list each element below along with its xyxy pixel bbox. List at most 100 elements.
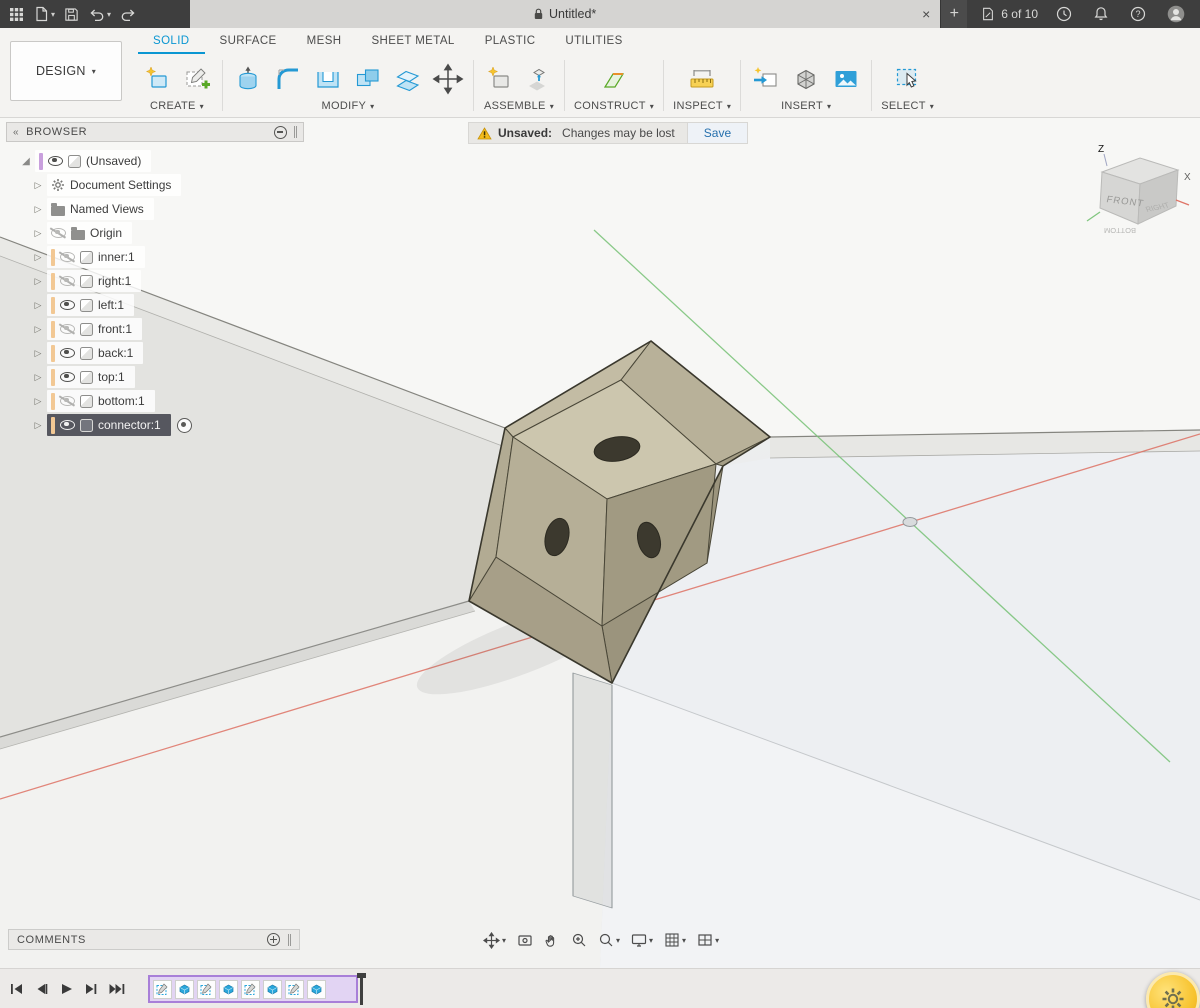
visibility-eye-off-icon[interactable] bbox=[51, 228, 66, 238]
browser-item-bottom[interactable]: ▷ bottom:1 bbox=[6, 389, 304, 413]
display-settings-button[interactable]: ▾ bbox=[628, 932, 656, 948]
expand-arrow-icon[interactable]: ▷ bbox=[32, 420, 44, 431]
notifications-button[interactable] bbox=[1090, 4, 1112, 24]
insert-mesh-button[interactable] bbox=[790, 63, 822, 95]
browser-item-origin[interactable]: ▷ Origin bbox=[6, 221, 304, 245]
activity-button[interactable] bbox=[1053, 4, 1075, 24]
tab-mesh[interactable]: MESH bbox=[292, 28, 357, 54]
visibility-eye-icon[interactable] bbox=[60, 348, 75, 358]
close-tab-icon[interactable]: × bbox=[922, 6, 930, 22]
create-sketch-button[interactable] bbox=[181, 63, 213, 95]
document-tab[interactable]: Untitled* × bbox=[190, 0, 940, 28]
expand-arrow-icon[interactable]: ▷ bbox=[32, 348, 44, 359]
construct-menu[interactable]: CONSTRUCT▾ bbox=[574, 100, 654, 113]
play-button[interactable] bbox=[56, 977, 77, 1000]
tab-plastic[interactable]: PLASTIC bbox=[470, 28, 551, 54]
skip-to-start-button[interactable] bbox=[6, 977, 27, 1000]
panel-grip[interactable] bbox=[294, 126, 297, 138]
inspect-menu[interactable]: INSPECT▾ bbox=[673, 100, 731, 113]
timeline-feature-sketch-icon[interactable] bbox=[153, 980, 172, 999]
redo-button[interactable] bbox=[117, 5, 140, 24]
visibility-eye-icon[interactable] bbox=[60, 372, 75, 382]
select-button[interactable] bbox=[892, 63, 924, 95]
browser-item-front[interactable]: ▷ front:1 bbox=[6, 317, 304, 341]
insert-menu[interactable]: INSERT▾ bbox=[781, 100, 831, 113]
tab-surface[interactable]: SURFACE bbox=[205, 28, 292, 54]
expand-arrow-icon[interactable]: ▷ bbox=[32, 180, 44, 191]
collapse-panel-icon[interactable]: « bbox=[13, 127, 19, 138]
collapse-all-icon[interactable] bbox=[274, 126, 287, 139]
tab-solid[interactable]: SOLID bbox=[138, 28, 205, 54]
step-forward-button[interactable] bbox=[81, 977, 102, 1000]
browser-item-left[interactable]: ▷ left:1 bbox=[6, 293, 304, 317]
shell-button[interactable] bbox=[312, 63, 344, 95]
save-button[interactable] bbox=[61, 5, 82, 24]
activate-component-radio[interactable] bbox=[177, 418, 192, 433]
save-action-button[interactable]: Save bbox=[687, 122, 748, 144]
visibility-eye-off-icon[interactable] bbox=[60, 396, 75, 406]
browser-item-root[interactable]: ◢ (Unsaved) bbox=[6, 149, 304, 173]
visibility-eye-off-icon[interactable] bbox=[60, 276, 75, 286]
help-button[interactable]: ? bbox=[1127, 4, 1149, 24]
move-button[interactable] bbox=[432, 63, 464, 95]
select-menu[interactable]: SELECT▾ bbox=[881, 100, 934, 113]
add-comment-icon[interactable] bbox=[267, 933, 280, 946]
expand-arrow-icon[interactable]: ◢ bbox=[20, 156, 32, 167]
expand-arrow-icon[interactable]: ▷ bbox=[32, 276, 44, 287]
new-tab-button[interactable]: + bbox=[940, 0, 967, 28]
tab-utilities[interactable]: UTILITIES bbox=[550, 28, 637, 54]
app-grid-button[interactable] bbox=[6, 5, 27, 24]
timeline-feature-region[interactable] bbox=[148, 975, 358, 1003]
visibility-eye-icon[interactable] bbox=[48, 156, 63, 166]
grid-settings-button[interactable]: ▾ bbox=[661, 932, 689, 948]
press-pull-button[interactable] bbox=[232, 63, 264, 95]
browser-item-top[interactable]: ▷ top:1 bbox=[6, 365, 304, 389]
assemble-new-component-button[interactable] bbox=[483, 63, 515, 95]
construct-plane-button[interactable] bbox=[598, 63, 630, 95]
timeline-feature-sketch-icon[interactable] bbox=[241, 980, 260, 999]
step-back-button[interactable] bbox=[31, 977, 52, 1000]
expand-arrow-icon[interactable]: ▷ bbox=[32, 204, 44, 215]
account-button[interactable] bbox=[1164, 3, 1188, 25]
zoom-options-button[interactable]: ▾ bbox=[595, 932, 623, 948]
new-component-button[interactable] bbox=[141, 63, 173, 95]
file-menu-button[interactable]: ▾ bbox=[30, 4, 58, 24]
visibility-eye-off-icon[interactable] bbox=[60, 324, 75, 334]
panel-grip[interactable] bbox=[288, 934, 291, 946]
tab-sheet-metal[interactable]: SHEET METAL bbox=[356, 28, 469, 54]
timeline-feature-extrude-icon[interactable] bbox=[263, 980, 282, 999]
expand-arrow-icon[interactable]: ▷ bbox=[32, 324, 44, 335]
browser-item-right[interactable]: ▷ right:1 bbox=[6, 269, 304, 293]
timeline-feature-extrude-icon[interactable] bbox=[219, 980, 238, 999]
expand-arrow-icon[interactable]: ▷ bbox=[32, 372, 44, 383]
browser-item-back[interactable]: ▷ back:1 bbox=[6, 341, 304, 365]
zoom-in-button[interactable] bbox=[568, 932, 590, 948]
pan-button[interactable] bbox=[541, 932, 563, 948]
look-at-button[interactable] bbox=[514, 932, 536, 948]
combine-button[interactable] bbox=[352, 63, 384, 95]
timeline-feature-sketch-icon[interactable] bbox=[285, 980, 304, 999]
visibility-eye-icon[interactable] bbox=[60, 300, 75, 310]
modify-menu[interactable]: MODIFY▾ bbox=[322, 100, 375, 113]
create-menu[interactable]: CREATE▾ bbox=[150, 100, 204, 113]
expand-arrow-icon[interactable]: ▷ bbox=[32, 252, 44, 263]
insert-file-button[interactable] bbox=[750, 63, 782, 95]
undo-button[interactable]: ▾ bbox=[85, 5, 114, 24]
job-status[interactable]: 6 of 10 bbox=[981, 7, 1038, 21]
expand-arrow-icon[interactable]: ▷ bbox=[32, 300, 44, 311]
fillet-button[interactable] bbox=[272, 63, 304, 95]
browser-item-connector[interactable]: ▷ connector:1 bbox=[6, 413, 304, 437]
visibility-eye-icon[interactable] bbox=[60, 420, 75, 430]
joint-button[interactable] bbox=[523, 63, 555, 95]
browser-item-named-views[interactable]: ▷ Named Views bbox=[6, 197, 304, 221]
timeline-position-marker[interactable] bbox=[360, 973, 363, 1005]
viewports-button[interactable]: ▾ bbox=[694, 932, 722, 948]
assemble-menu[interactable]: ASSEMBLE▾ bbox=[484, 100, 554, 113]
expand-arrow-icon[interactable]: ▷ bbox=[32, 396, 44, 407]
orbit-button[interactable]: ▾ bbox=[480, 932, 509, 949]
browser-item-document-settings[interactable]: ▷ Document Settings bbox=[6, 173, 304, 197]
browser-header[interactable]: « BROWSER bbox=[6, 122, 304, 142]
timeline-feature-extrude-icon[interactable] bbox=[307, 980, 326, 999]
measure-button[interactable] bbox=[686, 63, 718, 95]
insert-canvas-button[interactable] bbox=[830, 63, 862, 95]
